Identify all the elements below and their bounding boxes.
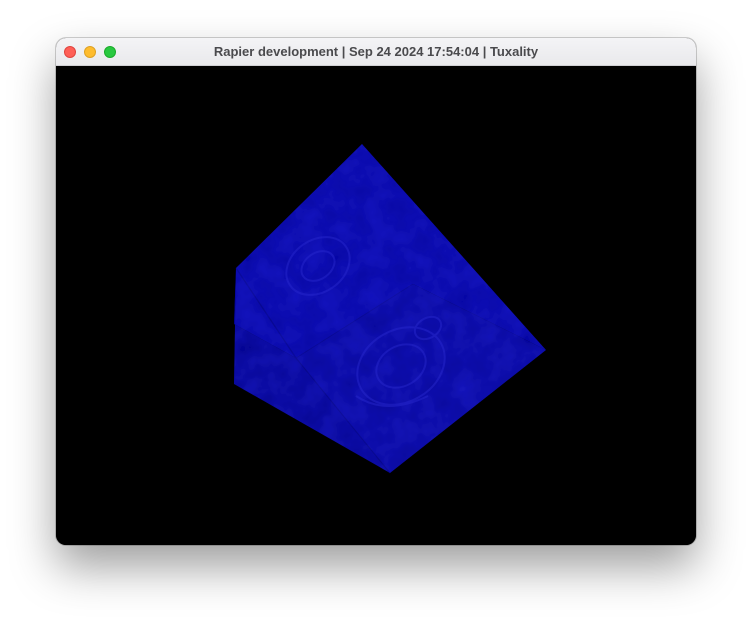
render-viewport[interactable] [56, 66, 696, 545]
title-bar[interactable]: Rapier development | Sep 24 2024 17:54:0… [56, 38, 696, 66]
window-title: Rapier development | Sep 24 2024 17:54:0… [213, 44, 539, 59]
rendered-cube [234, 144, 546, 474]
app-window: Rapier development | Sep 24 2024 17:54:0… [56, 38, 696, 545]
